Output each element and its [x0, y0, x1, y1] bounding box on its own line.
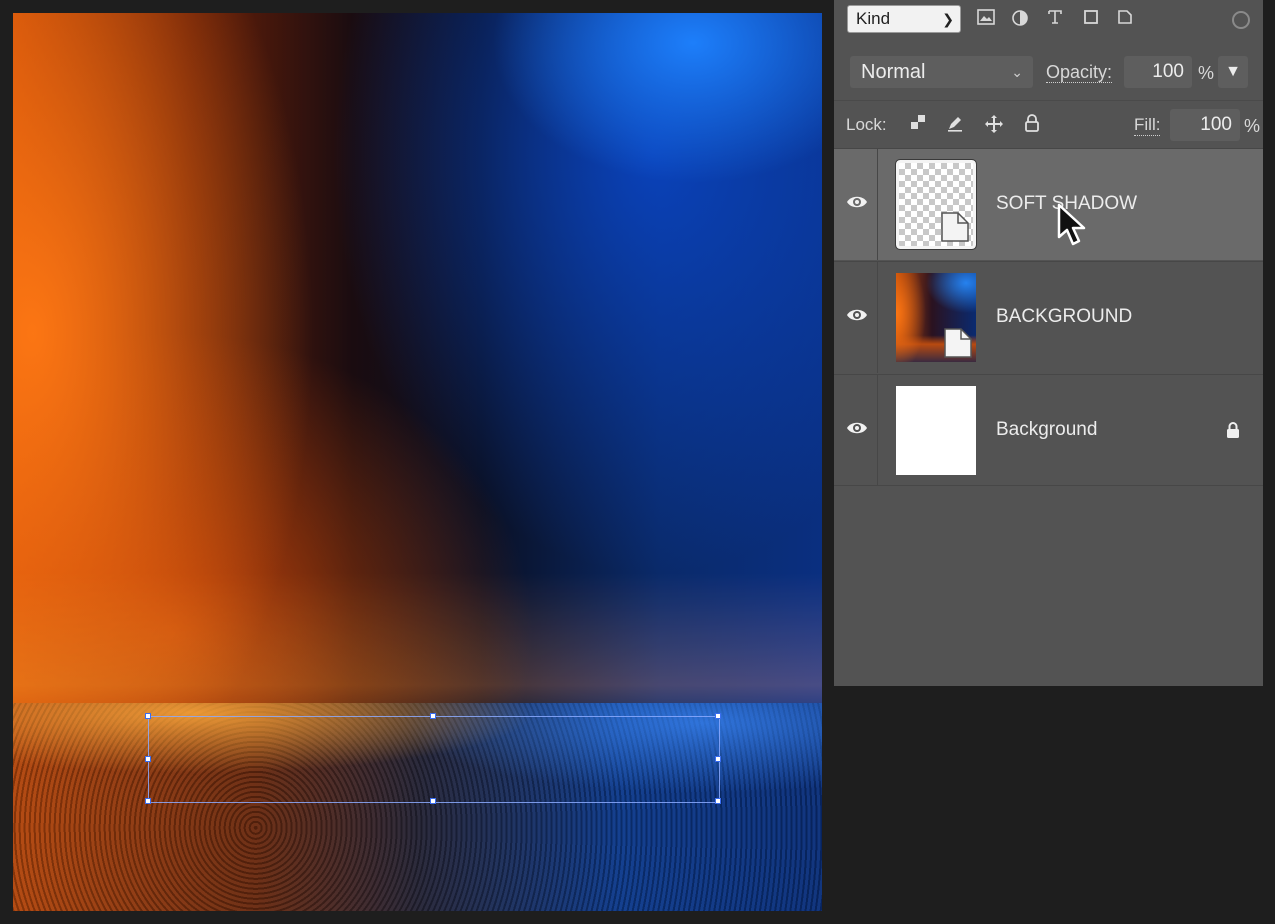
blend-mode-value: Normal: [861, 61, 926, 83]
opacity-label[interactable]: Opacity:: [1046, 62, 1113, 83]
layer-row-soft-shadow[interactable]: SOFT SHADOW: [834, 148, 1263, 260]
layer-row-background-photo[interactable]: BACKGROUND: [834, 261, 1263, 373]
filter-kind-label: Kind: [856, 9, 891, 28]
layer-row-background[interactable]: Background: [834, 374, 1263, 486]
opacity-slider-button[interactable]: ▼: [1218, 56, 1248, 88]
eye-icon[interactable]: [846, 194, 868, 210]
lock-image-pixels-icon[interactable]: [945, 114, 965, 134]
mouse-cursor-icon: [1057, 203, 1086, 246]
eye-icon[interactable]: [846, 420, 868, 436]
visibility-toggle[interactable]: [834, 262, 878, 373]
fill-label[interactable]: Fill:: [1134, 115, 1161, 136]
layer-thumbnail[interactable]: [895, 159, 977, 250]
lock-row: Lock: Fill: 100 %: [834, 100, 1263, 149]
document-canvas[interactable]: [13, 13, 822, 911]
smart-object-badge-icon: [941, 212, 969, 242]
lock-label: Lock:: [846, 115, 887, 134]
layers-panel: Kind ❯ Normal ⌄ Opacity: 100 % ▼ Lock: F…: [834, 0, 1263, 686]
fill-percent-sign: %: [1244, 116, 1261, 136]
transform-handle-top[interactable]: [430, 713, 436, 719]
transform-handle-right[interactable]: [715, 756, 721, 762]
image-filter-icon[interactable]: [977, 9, 995, 27]
fill-input[interactable]: 100: [1170, 109, 1240, 141]
layer-name[interactable]: BACKGROUND: [996, 306, 1132, 328]
layer-thumbnail[interactable]: [896, 386, 976, 475]
layer-name[interactable]: Background: [996, 419, 1097, 441]
transform-bounding-box[interactable]: [145, 713, 721, 804]
smart-object-badge-icon: [944, 328, 972, 358]
transform-handle-bottom-right[interactable]: [715, 798, 721, 804]
transform-handle-bottom[interactable]: [430, 798, 436, 804]
eye-icon[interactable]: [846, 307, 868, 323]
chevron-down-icon: ❯: [942, 11, 954, 27]
filter-toggle-icon[interactable]: [1232, 11, 1250, 29]
layer-filter-row: Kind ❯: [834, 0, 1263, 40]
adjustment-filter-icon[interactable]: [1011, 9, 1029, 27]
blend-opacity-row: Normal ⌄ Opacity: 100 % ▼: [834, 44, 1263, 98]
filter-kind-select[interactable]: Kind ❯: [847, 5, 961, 33]
visibility-toggle[interactable]: [834, 149, 878, 260]
shape-filter-icon[interactable]: [1082, 9, 1100, 27]
opacity-input[interactable]: 100: [1124, 56, 1192, 88]
transform-handle-bottom-left[interactable]: [145, 798, 151, 804]
chevron-down-icon: ⌄: [1011, 64, 1023, 80]
transform-handle-top-right[interactable]: [715, 713, 721, 719]
opacity-percent-sign: %: [1198, 63, 1215, 83]
smart-object-filter-icon[interactable]: [1116, 9, 1134, 27]
lock-position-icon[interactable]: [984, 114, 1004, 134]
visibility-toggle[interactable]: [834, 375, 878, 485]
transform-handle-top-left[interactable]: [145, 713, 151, 719]
blend-mode-select[interactable]: Normal ⌄: [850, 56, 1033, 88]
type-filter-icon[interactable]: [1046, 9, 1064, 27]
lock-icon: [1227, 422, 1239, 438]
lock-all-icon[interactable]: [1022, 114, 1042, 134]
lock-transparent-pixels-icon[interactable]: [908, 114, 928, 134]
transform-handle-left[interactable]: [145, 756, 151, 762]
layer-thumbnail[interactable]: [896, 273, 976, 362]
